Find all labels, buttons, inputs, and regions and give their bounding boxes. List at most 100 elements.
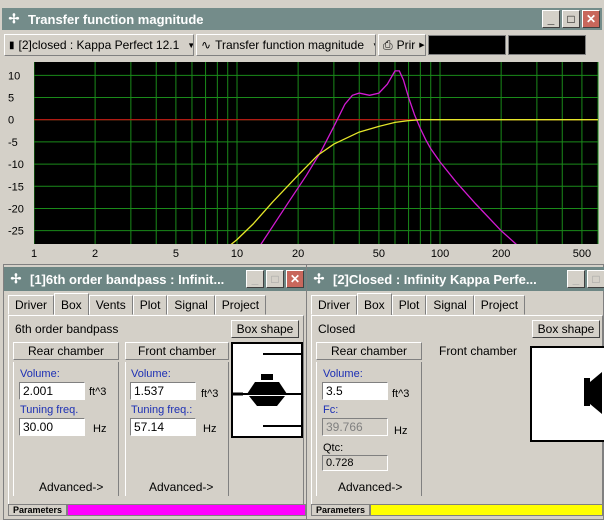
panel-closed: ✢ [2]Closed : Infinity Kappa Perfe... _ … <box>306 264 604 520</box>
box-shape-diagram <box>530 346 604 442</box>
tab-project[interactable]: Project <box>214 295 267 315</box>
minimize-button[interactable]: _ <box>246 270 264 288</box>
bandpass-box-icon <box>233 353 301 427</box>
readout-box-1 <box>428 35 506 55</box>
volume-input[interactable] <box>322 382 388 400</box>
front-chamber-button[interactable]: Front chamber <box>426 342 530 360</box>
front-advanced-link[interactable]: Advanced-> <box>149 480 213 494</box>
x-tick-label: 2 <box>92 248 98 260</box>
view-select[interactable]: ∿ Transfer function magnitude ▼ <box>196 34 376 56</box>
tab-box[interactable]: Box <box>357 293 392 315</box>
app-icon: ✢ <box>313 271 325 286</box>
box-type-label: 6th order bandpass <box>15 322 119 336</box>
minimize-button[interactable]: _ <box>542 10 560 28</box>
main-title-bar[interactable]: ✢ Transfer function magnitude _ □ ✕ <box>2 8 602 30</box>
rear-volume-unit: ft^3 <box>89 386 107 398</box>
front-volume-input[interactable] <box>130 382 196 400</box>
overflow-arrow-icon: ▶ <box>419 42 425 49</box>
y-tick-label: 5 <box>8 93 14 105</box>
y-tick-label: -5 <box>8 137 18 149</box>
panel1-statusbar: Parameters <box>8 503 306 517</box>
volume-unit: ft^3 <box>392 388 410 400</box>
tab-driver[interactable]: Driver <box>311 295 357 315</box>
main-toolbar: ▮ [2]closed : Kappa Perfect 12.1 ▼ ∿ Tra… <box>4 32 600 58</box>
front-volume-label: Volume: <box>131 368 171 380</box>
print-button[interactable]: ⎙ Prir ▶ <box>378 34 426 56</box>
front-tuning-label: Tuning freq.: <box>131 404 193 416</box>
rear-tuning-unit: Hz <box>93 423 107 435</box>
x-tick-label: 20 <box>292 248 304 260</box>
front-tuning-unit: Hz <box>203 423 217 435</box>
front-volume-unit: ft^3 <box>201 388 219 400</box>
tab-driver[interactable]: Driver <box>8 295 54 315</box>
rear-chamber-button[interactable]: Rear chamber <box>13 342 119 360</box>
box-shape-button[interactable]: Box shape <box>532 320 600 338</box>
rear-volume-input[interactable] <box>19 382 85 400</box>
panel2-title-bar[interactable]: ✢ [2]Closed : Infinity Kappa Perfe... _ … <box>307 267 604 291</box>
grip-icon: ▮ <box>9 39 15 51</box>
x-tick-label: 100 <box>431 248 449 260</box>
close-button[interactable]: ✕ <box>582 10 600 28</box>
panel2-statusbar: Parameters <box>311 503 603 517</box>
tab-project[interactable]: Project <box>473 295 526 315</box>
x-tick-label: 50 <box>373 248 385 260</box>
x-tick-label: 1 <box>31 248 37 260</box>
dropdown-arrow-icon: ▼ <box>372 41 375 50</box>
app-icon: ✢ <box>8 11 20 26</box>
main-window-title: Transfer function magnitude <box>28 11 204 27</box>
tab-box[interactable]: Box <box>54 293 89 315</box>
fc-input <box>322 418 388 436</box>
y-tick-label: -15 <box>8 181 24 193</box>
maximize-button[interactable]: □ <box>266 270 284 288</box>
closed-box-icon <box>584 372 602 414</box>
x-tick-label: 500 <box>573 248 591 260</box>
rear-tuning-input[interactable] <box>19 418 85 436</box>
readout-box-2 <box>508 35 586 55</box>
box-shape-diagram <box>231 342 303 438</box>
rear-volume-label: Volume: <box>20 368 60 380</box>
tab-plot[interactable]: Plot <box>132 295 168 315</box>
x-tick-label: 10 <box>231 248 243 260</box>
app-icon: ✢ <box>10 271 22 286</box>
transfer-function-plot[interactable]: 1050-5-10-15-20-251 2 5 10 20 50 100 200 500 <box>4 60 600 260</box>
advanced-link[interactable]: Advanced-> <box>338 480 402 494</box>
status-parameters-label: Parameters <box>8 504 68 516</box>
y-tick-label: 0 <box>8 115 14 127</box>
project-select[interactable]: ▮ [2]closed : Kappa Perfect 12.1 ▼ <box>4 34 194 56</box>
status-color-bar <box>370 504 603 516</box>
box-tab-page: Closed Box shape Rear chamber Front cham… <box>311 315 604 511</box>
panel1-title-bar[interactable]: ✢ [1]6th order bandpass : Infinit... _ □… <box>4 267 306 291</box>
printer-icon: ⎙ <box>383 37 393 52</box>
qtc-label: Qtc: <box>323 442 344 454</box>
x-tick-label: 200 <box>492 248 510 260</box>
wave-icon: ∿ <box>201 38 212 52</box>
close-button[interactable]: ✕ <box>286 270 304 288</box>
maximize-button[interactable]: □ <box>587 270 604 288</box>
front-tuning-input[interactable] <box>130 418 196 436</box>
y-tick-label: -20 <box>8 203 24 215</box>
x-axis-band <box>34 244 598 260</box>
tab-signal[interactable]: Signal <box>167 295 215 315</box>
box-shape-button[interactable]: Box shape <box>231 320 299 338</box>
rear-advanced-link[interactable]: Advanced-> <box>39 480 103 494</box>
dropdown-arrow-icon: ▼ <box>187 41 193 50</box>
rear-chamber-button[interactable]: Rear chamber <box>316 342 422 360</box>
minimize-button[interactable]: _ <box>567 270 585 288</box>
y-tick-label: -25 <box>8 226 24 238</box>
status-color-bar <box>67 504 306 516</box>
front-chamber-button[interactable]: Front chamber <box>125 342 229 360</box>
y-tick-label: 10 <box>8 70 20 82</box>
fc-unit: Hz <box>394 425 408 437</box>
x-tick-label: 5 <box>173 248 179 260</box>
y-tick-label: -10 <box>8 159 24 171</box>
plot-background <box>34 62 598 244</box>
tab-signal[interactable]: Signal <box>426 295 474 315</box>
volume-label: Volume: <box>323 368 363 380</box>
qtc-value: 0.728 <box>322 455 388 471</box>
status-parameters-label: Parameters <box>311 504 371 516</box>
fc-label: Fc: <box>323 404 339 416</box>
panel-bandpass: ✢ [1]6th order bandpass : Infinit... _ □… <box>3 264 307 520</box>
tab-vents[interactable]: Vents <box>88 295 133 315</box>
tab-plot[interactable]: Plot <box>391 295 427 315</box>
maximize-button[interactable]: □ <box>562 10 580 28</box>
